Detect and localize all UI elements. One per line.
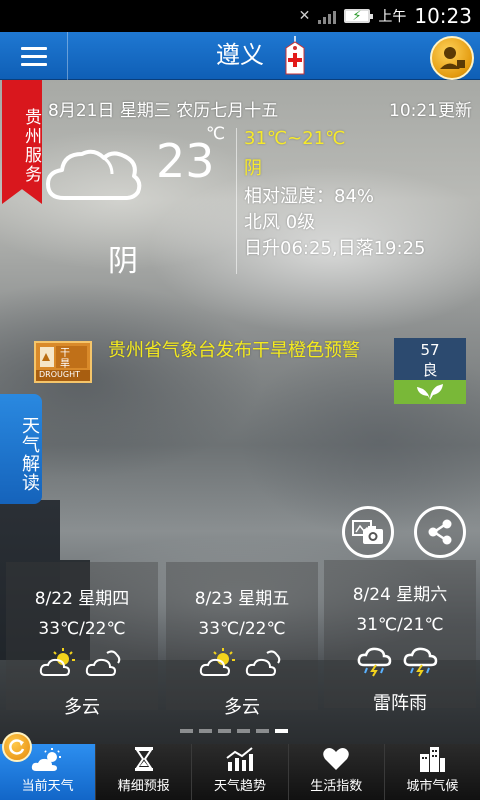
status-ampm: 上午 [378,9,407,25]
sun-cloud-icon [31,748,61,771]
buildings-icon [420,747,446,772]
nav-detailed-forecast[interactable]: 精细预报 [95,744,191,800]
current-condition: 阴 [108,244,138,279]
divider [236,128,237,274]
partly-cloudy-icon [199,648,235,676]
wind: 北风 0级 [244,212,316,233]
thunderstorm-icon [403,647,438,677]
alert-text[interactable]: 贵州省气象台发布干旱橙色预警 [108,340,378,362]
camera-photo-icon [352,520,383,544]
forecast-temp: 31℃/21℃ [356,615,444,635]
temperature-unit: ℃ [206,124,226,144]
nav-weather-trend[interactable]: 天气趋势 [191,744,287,800]
menu-button[interactable] [0,32,68,80]
user-icon [440,47,465,69]
page-indicator [180,729,288,733]
forecast-card[interactable]: 8/23 星期五 33℃/22℃ 多云 [166,562,318,718]
guizhou-service-ribbon[interactable]: 贵州服务 [2,80,42,204]
partly-cloudy-icon [245,650,281,676]
menu-icon [20,46,47,50]
temperature-range: 31℃~21℃ [244,128,346,149]
battery-icon: ⚡ [344,9,374,24]
alert-icon-label-mid: 旱 [60,359,70,370]
nav-life-index[interactable]: 生活指数 [287,744,384,800]
forecast-date: 8/24 星期六 [352,585,448,605]
leaf-icon [417,384,443,400]
nav-label: 城市气候 [406,779,459,794]
share-icon [428,519,452,545]
page-dot [199,729,212,733]
nav-label: 精细预报 [117,779,170,794]
aqi-value: 57 [420,341,440,359]
thunderstorm-icon [357,647,392,677]
refresh-button[interactable] [2,732,32,762]
hourglass-icon [134,747,153,771]
update-time: 10:21更新 [389,101,472,121]
forecast-condition: 多云 [224,697,260,718]
date-line: 8月21日 星期三 农历七月十五 [48,101,279,121]
no-signal-icon: ✕ [298,8,311,24]
add-city-tag-icon[interactable] [282,36,308,76]
nav-label: 天气趋势 [214,779,267,794]
aqi-badge[interactable]: 57 良 [394,338,466,404]
alert-icon-label-bottom: DROUGHT [39,370,80,379]
bottom-navigation: 当前天气 精细预报 天气趋势 生活指数 城市气候 [0,744,480,800]
forecast-condition: 多云 [64,697,100,718]
nav-label: 当前天气 [21,779,74,794]
cloudy-icon [46,149,142,200]
page-dot [180,729,193,733]
refresh-icon [9,739,25,755]
forecast-temp: 33℃/22℃ [198,619,286,639]
aqi-level: 良 [422,361,438,379]
forecast-card[interactable]: 8/24 星期六 31℃/21℃ 雷阵雨 [324,560,476,714]
condition-detail: 阴 [244,158,262,179]
forecast-date: 8/23 星期五 [194,589,290,609]
share-button[interactable] [414,506,466,558]
drought-alert-icon[interactable]: 干 旱 DROUGHT [34,341,92,383]
photo-share-button[interactable] [342,506,394,558]
title-bar: 遵义 [0,32,480,80]
nav-label: 生活指数 [310,779,363,794]
weather-interpretation-tab[interactable]: 天气解读 [0,394,42,504]
humidity: 相对湿度：84% [244,186,375,207]
page-dot-active [275,729,288,733]
page-dot [256,729,269,733]
forecast-condition: 雷阵雨 [373,693,427,714]
city-title[interactable]: 遵义 [0,32,480,80]
sunrise-sunset: 日升06:25,日落19:25 [244,238,426,259]
status-bar: ✕ ⚡ 上午 10:23 [0,0,480,32]
partly-cloudy-icon [85,650,121,676]
forecast-date: 8/22 星期四 [34,589,130,609]
heart-icon [323,748,349,770]
signal-icon [318,8,337,24]
forecast-temp: 33℃/22℃ [38,619,126,639]
status-time: 10:23 [414,4,472,28]
nav-city-climate[interactable]: 城市气候 [383,744,480,800]
partly-cloudy-icon [39,648,75,676]
page-dot [218,729,231,733]
page-dot [237,729,250,733]
trend-chart-icon [226,747,253,771]
user-avatar-button[interactable] [430,36,474,80]
forecast-card[interactable]: 8/22 星期四 33℃/22℃ 多云 [6,562,158,718]
